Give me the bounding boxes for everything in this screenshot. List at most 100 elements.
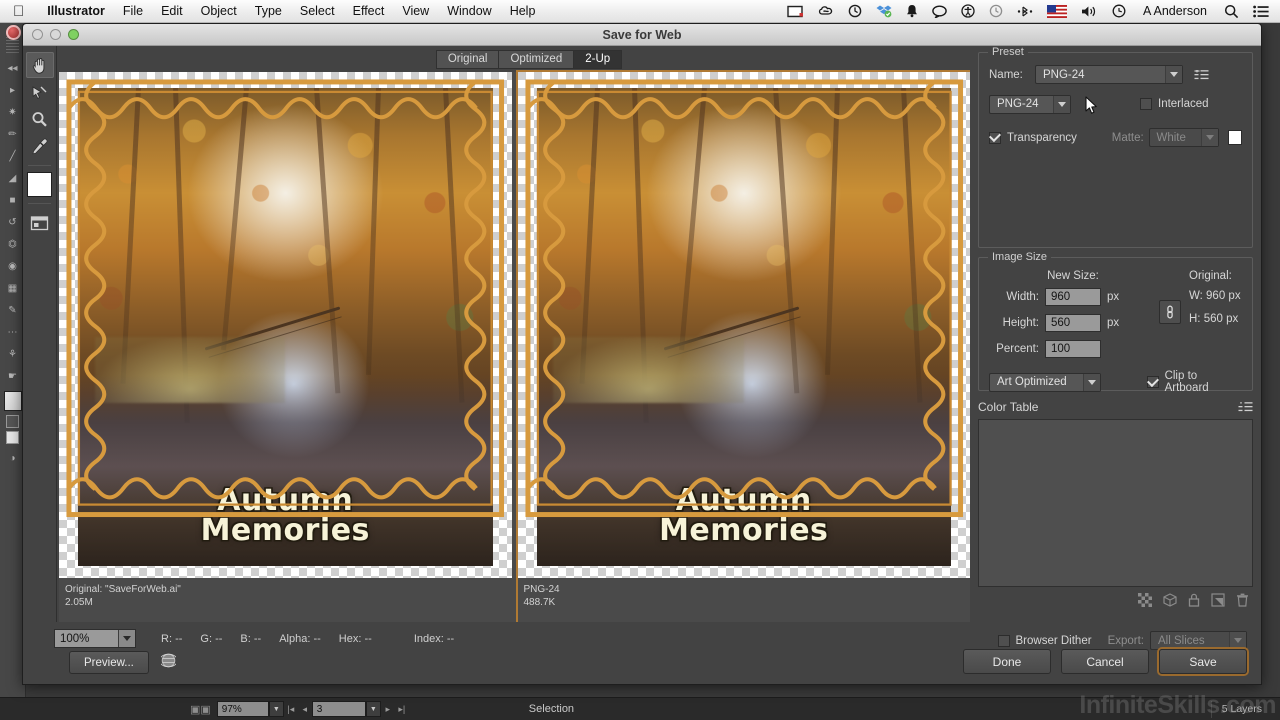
preset-name-dropdown[interactable]: PNG-24 (1035, 65, 1183, 84)
chevron-down-icon-zoom[interactable] (118, 630, 135, 647)
width-input[interactable]: 960 (1045, 288, 1101, 306)
web-shift-icon[interactable] (1163, 593, 1177, 612)
tab-optimized[interactable]: Optimized (498, 49, 574, 69)
interlaced-checkbox[interactable] (1140, 98, 1152, 110)
preview-pane-original[interactable]: Autumn Memories Original: "SaveForWeb.ai… (59, 72, 512, 622)
new-color-icon[interactable] (1211, 593, 1225, 612)
screen-recorder-icon[interactable] (780, 0, 811, 23)
menu-item-edit[interactable]: Edit (152, 4, 192, 18)
app-zoom-value[interactable]: 97% (216, 701, 269, 717)
export-slices-dropdown[interactable]: All Slices (1150, 631, 1247, 650)
done-button[interactable]: Done (963, 649, 1051, 674)
dialog-bottom-bar: 100% R: -- G: -- B: -- Alpha: -- Hex: --… (23, 622, 1261, 684)
save-button[interactable]: Save (1159, 649, 1247, 674)
messages-bubble-icon[interactable] (925, 0, 954, 23)
preview-pane-optimized[interactable]: Autumn Memories PNG-24 488.7K (515, 70, 972, 624)
next-artboard-icon[interactable]: ▸ (381, 704, 395, 715)
browser-dither-checkbox[interactable] (997, 634, 1010, 647)
dialog-body: Original Optimized 2-Up Autumn Memories … (23, 46, 1261, 684)
last-artboard-icon[interactable]: ▸| (395, 704, 409, 715)
lock-icon[interactable] (1188, 593, 1200, 612)
color-mode-icon[interactable] (6, 415, 19, 428)
clip-to-artboard-checkbox[interactable] (1146, 376, 1159, 388)
menubar-user-name[interactable]: A Anderson (1133, 4, 1217, 18)
original-image-area[interactable]: Autumn Memories (59, 72, 512, 578)
transparency-checkbox[interactable] (989, 131, 1001, 144)
cancel-button[interactable]: Cancel (1061, 649, 1149, 674)
menu-item-select[interactable]: Select (291, 4, 344, 18)
tool-color-swatch[interactable] (27, 172, 52, 197)
menu-item-file[interactable]: File (114, 4, 152, 18)
notification-center-icon[interactable] (1246, 0, 1280, 23)
tab-2-up[interactable]: 2-Up (573, 49, 623, 69)
artboard-number[interactable]: 3 (311, 701, 366, 717)
menu-item-type[interactable]: Type (246, 4, 291, 18)
view-mode-tabs: Original Optimized 2-Up (57, 46, 1001, 72)
apple-logo-icon[interactable]:  (13, 4, 24, 19)
artwork-title-optimized: Autumn Memories (537, 485, 952, 547)
hand-tool[interactable] (25, 52, 54, 78)
menu-item-help[interactable]: Help (501, 4, 545, 18)
volume-icon[interactable] (1074, 0, 1105, 23)
delete-color-icon[interactable] (1236, 593, 1249, 612)
app-zoom-dropdown-icon[interactable]: ▼ (268, 701, 284, 717)
bluetooth-icon[interactable] (1010, 0, 1040, 23)
color-table-panel-menu-icon[interactable] (1237, 400, 1253, 414)
height-label: Height: (1002, 317, 1039, 329)
eyedropper-tool[interactable] (26, 133, 54, 159)
chain-link-icon (1167, 305, 1173, 319)
chevron-down-icon-quality[interactable] (1082, 373, 1100, 391)
accessibility-icon[interactable] (954, 0, 982, 23)
creative-cloud-icon[interactable] (811, 0, 841, 23)
search-icon[interactable] (1217, 0, 1246, 23)
preset-name-label: Name: (989, 68, 1023, 81)
fill-stroke-swatch[interactable] (3, 391, 22, 411)
height-input[interactable]: 560 (1045, 314, 1101, 332)
transparency-icon[interactable] (1138, 593, 1152, 612)
dropbox-icon[interactable] (869, 0, 899, 23)
first-artboard-icon[interactable]: |◂ (284, 704, 298, 715)
color-table-swatches-area[interactable] (978, 419, 1253, 587)
height-row: Height: 560 px (989, 314, 1157, 332)
matte-dropdown[interactable]: White (1148, 128, 1220, 147)
menu-item-effect[interactable]: Effect (344, 4, 394, 18)
dialog-title-bar[interactable]: Save for Web (23, 24, 1261, 46)
clock-history-icon[interactable] (982, 0, 1010, 23)
readout-r-value: -- (175, 633, 183, 645)
readout-index-value: -- (446, 633, 455, 645)
time-icon[interactable] (1105, 0, 1133, 23)
notifications-bell-icon[interactable] (899, 0, 925, 23)
menu-item-view[interactable]: View (393, 4, 438, 18)
chevron-down-icon-matte[interactable] (1201, 129, 1219, 146)
layers-count[interactable]: 5 Layers (1210, 700, 1272, 718)
toggle-slices-visibility[interactable] (26, 210, 54, 236)
preview-zoom-select[interactable]: 100% (54, 629, 136, 648)
optimized-image-area[interactable]: Autumn Memories (517, 72, 971, 578)
preset-name-value: PNG-24 (1043, 68, 1085, 81)
chevron-down-icon-format[interactable] (1053, 95, 1070, 113)
constrain-proportions-button[interactable] (1159, 300, 1181, 324)
preview-button[interactable]: Preview... (69, 651, 149, 674)
artboard-dropdown-icon[interactable]: ▼ (365, 701, 381, 717)
file-format-dropdown[interactable]: PNG-24 (989, 94, 1071, 114)
globe-icon[interactable] (158, 653, 178, 673)
artwork-optimized: Autumn Memories (518, 72, 971, 578)
time-machine-icon[interactable] (841, 0, 869, 23)
screen-mode-icon[interactable] (6, 431, 19, 444)
zoom-tool[interactable] (26, 106, 54, 132)
us-flag-icon[interactable] (1040, 0, 1074, 23)
prev-artboard-icon[interactable]: ◂ (298, 704, 312, 715)
menu-item-object[interactable]: Object (192, 4, 246, 18)
chevron-down-icon[interactable] (1165, 66, 1182, 83)
tab-original[interactable]: Original (435, 49, 499, 69)
matte-color-swatch[interactable] (1228, 130, 1242, 145)
percent-input[interactable]: 100 (1045, 340, 1101, 358)
recording-indicator-icon (6, 25, 21, 40)
chevron-down-icon-export[interactable] (1229, 632, 1246, 649)
image-size-group: Image Size New Size: Width: 960 px Heigh… (978, 251, 1253, 394)
slice-select-tool[interactable] (26, 79, 54, 105)
resampling-quality-dropdown[interactable]: Art Optimized (989, 372, 1101, 392)
panel-menu-icon[interactable] (1193, 68, 1209, 82)
menu-item-illustrator[interactable]: Illustrator (38, 4, 114, 18)
menu-item-window[interactable]: Window (438, 4, 500, 18)
